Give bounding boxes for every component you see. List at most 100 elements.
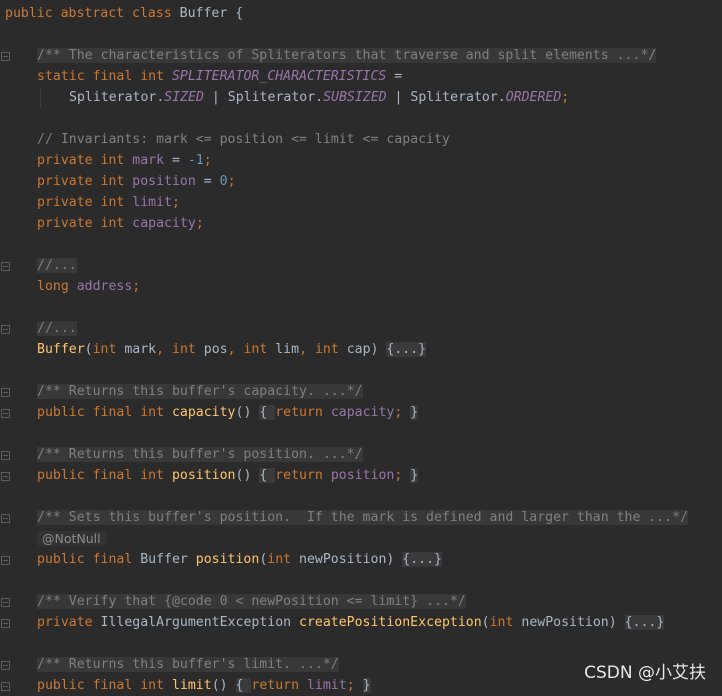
code-line[interactable]: public abstract class Buffer { [0,3,722,24]
code-content: private int capacity; [37,213,204,234]
code-line[interactable]: //... [0,318,722,339]
code-line[interactable]: private int mark = -1; [0,150,722,171]
code-content: long address; [37,276,140,297]
keyword: int [267,552,300,567]
doc-comment-folded[interactable]: //... [37,321,77,336]
identifier: lim [275,342,300,357]
keyword: private int [37,174,133,189]
fold-toggle-icon[interactable] [1,619,10,628]
code-line[interactable]: private IllegalArgumentException createP… [0,612,722,633]
doc-comment-folded[interactable]: //... [37,258,77,273]
keyword: , int [156,342,204,357]
doc-comment-folded[interactable]: /** Returns this buffer's limit. ...*/ [37,657,339,672]
annotation-inlay: @NotNull [37,531,106,546]
identifier: | Spliterator. [386,90,506,105]
watermark: CSDN @小艾扶 [584,663,706,683]
keyword: ; [227,174,236,189]
fold-toggle-icon[interactable] [1,472,10,481]
folded-code-block[interactable]: } [362,678,371,693]
keyword: ; [561,90,570,105]
field: position [132,174,196,189]
doc-comment-folded[interactable]: /** Sets this buffer's position. If the … [37,510,689,525]
keyword: private int [37,153,133,168]
code-line[interactable]: /** Verify that {@code 0 < newPosition <… [0,591,722,612]
fold-toggle-icon[interactable] [1,451,10,460]
code-line[interactable]: public final int capacity() { return cap… [0,402,722,423]
doc-comment-folded[interactable]: /** Returns this buffer's position. ...*… [37,447,363,462]
fold-toggle-icon[interactable] [1,682,10,691]
keyword: return [275,468,331,483]
folded-code-block[interactable]: {...} [402,552,442,567]
fold-toggle-icon[interactable] [1,661,10,670]
identifier: = [164,153,188,168]
field: limit [132,195,172,210]
keyword: ; [203,153,212,168]
code-content: /** Sets this buffer's position. If the … [37,507,689,528]
identifier: Buffer { [179,6,244,21]
number-literal: 0 [219,174,228,189]
code-line[interactable]: /** Returns this buffer's position. ...*… [0,444,722,465]
folded-code-block[interactable]: } [410,405,419,420]
identifier: | Spliterator. [203,90,324,105]
doc-comment-folded[interactable]: /** Verify that {@code 0 < newPosition <… [37,594,466,609]
code-line[interactable]: /** The characteristics of Spliterators … [0,45,722,66]
code-line[interactable]: @NotNull [0,528,722,549]
code-line[interactable]: long address; [0,276,722,297]
code-line[interactable]: /** Sets this buffer's position. If the … [0,507,722,528]
code-line[interactable]: private int position = 0; [0,171,722,192]
code-content: //... [37,318,77,339]
method-name: position [171,468,236,483]
keyword: int [489,615,522,630]
identifier: = [195,174,220,189]
comment: // Invariants: mark <= position <= limit… [37,132,450,147]
fold-toggle-icon[interactable] [1,514,10,523]
code-line[interactable]: private int capacity; [0,213,722,234]
code-line[interactable]: Buffer(int mark, int pos, int lim, int c… [0,339,722,360]
keyword: , int [227,342,276,357]
identifier: ( [84,342,93,357]
folded-code-block[interactable]: {...} [624,615,665,630]
field: position [330,468,395,483]
identifier: cap) [346,342,387,357]
doc-comment-folded[interactable]: /** The characteristics of Spliterators … [37,48,657,63]
method-name: createPositionException [299,615,482,630]
folded-code-block[interactable]: {...} [386,342,427,357]
fold-toggle-icon[interactable] [1,262,10,271]
folded-code-block[interactable]: { [235,678,252,693]
code-content: public abstract class Buffer { [5,3,243,24]
fold-toggle-icon[interactable] [1,325,10,334]
doc-comment-folded[interactable]: /** Returns this buffer's capacity. ...*… [37,384,363,399]
code-content: /** The characteristics of Spliterators … [37,45,657,66]
keyword: int [92,342,125,357]
method-name: capacity [171,405,236,420]
code-line[interactable]: Spliterator.SIZED | Spliterator.SUBSIZED… [0,87,722,108]
folded-code-block[interactable]: { [259,405,276,420]
constant: ORDERED [505,90,562,105]
code-line[interactable]: public final Buffer position(int newPosi… [0,549,722,570]
identifier: pos [203,342,228,357]
keyword: private int [37,216,133,231]
folded-code-block[interactable]: } [410,468,419,483]
code-content: private IllegalArgumentException createP… [37,612,665,633]
identifier: newPosition) [521,615,625,630]
indent-guide [40,87,41,108]
code-line[interactable]: static final int SPLITERATOR_CHARACTERIS… [0,66,722,87]
identifier: () [235,405,260,420]
folded-code-block[interactable]: { [259,468,276,483]
code-line[interactable]: private int limit; [0,192,722,213]
code-line[interactable]: //... [0,255,722,276]
code-line[interactable]: public final int position() { return pos… [0,465,722,486]
fold-toggle-icon[interactable] [1,52,10,61]
fold-toggle-icon[interactable] [1,388,10,397]
fold-toggle-icon[interactable] [1,598,10,607]
code-line[interactable]: // Invariants: mark <= position <= limit… [0,129,722,150]
fold-toggle-icon[interactable] [1,556,10,565]
code-line[interactable]: /** Returns this buffer's capacity. ...*… [0,381,722,402]
keyword: return [275,405,331,420]
field: mark [132,153,165,168]
code-content: public final int position() { return pos… [37,465,419,486]
identifier: () [211,678,236,693]
code-content: // Invariants: mark <= position <= limit… [37,129,450,150]
keyword: public final int [37,468,172,483]
fold-toggle-icon[interactable] [1,409,10,418]
